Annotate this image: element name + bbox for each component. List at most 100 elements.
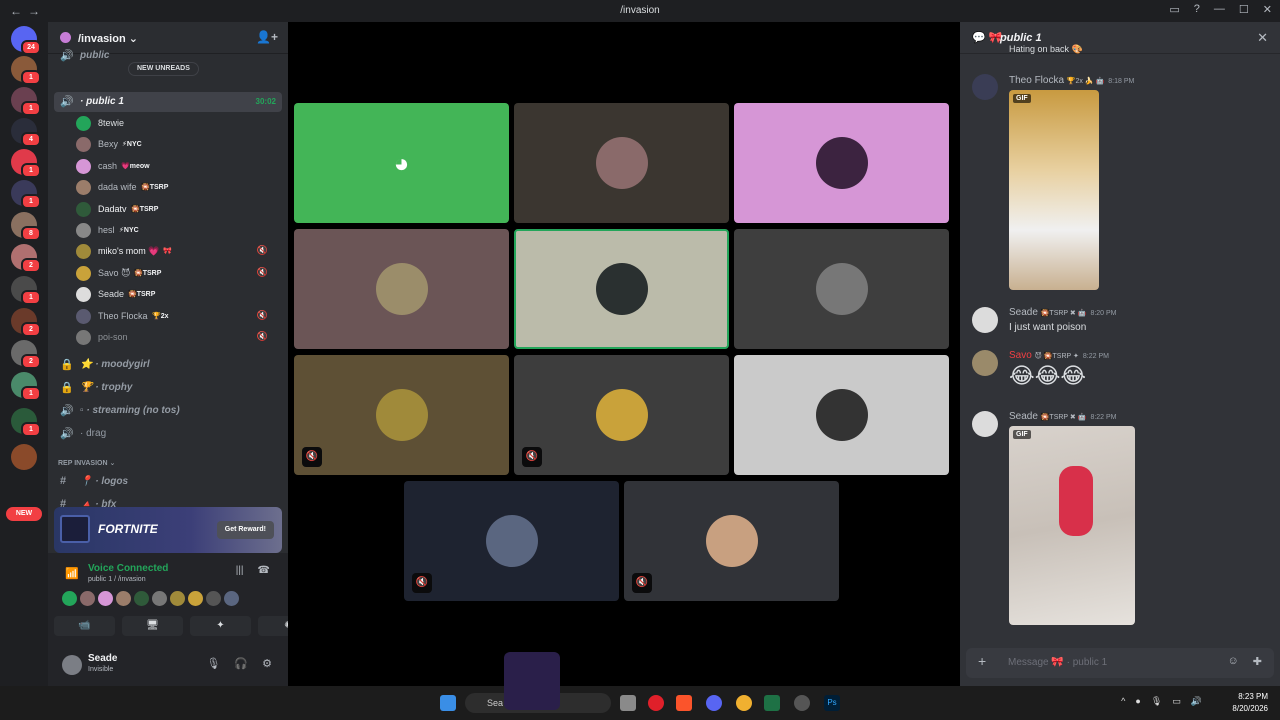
server-icon[interactable]: 1: [11, 87, 41, 116]
voice-user[interactable]: miko's mom 💗 🎀 🔇: [76, 242, 286, 262]
server-icon[interactable]: 2: [11, 340, 41, 369]
category-header[interactable]: REP INVASION ⌄: [58, 459, 115, 467]
gif-attachment[interactable]: GIF: [1009, 90, 1099, 290]
server-icon[interactable]: 1: [11, 180, 41, 209]
voice-user[interactable]: dada wife 🎇TSRP: [76, 178, 286, 198]
avatar[interactable]: [152, 591, 167, 606]
maximize-icon[interactable]: ☐: [1239, 3, 1249, 16]
voice-user[interactable]: 8tewie: [76, 114, 286, 134]
message-author[interactable]: Theo Flocka: [1009, 75, 1064, 86]
activities-button[interactable]: ✦: [190, 616, 251, 636]
app-icon[interactable]: [794, 695, 810, 711]
gear-icon[interactable]: ⚙: [262, 657, 272, 670]
voice-user[interactable]: poi-son 🔇: [76, 328, 286, 348]
start-icon[interactable]: [440, 695, 456, 711]
server-icon[interactable]: 1: [11, 408, 41, 437]
server-icon[interactable]: 1: [11, 372, 41, 401]
avatar[interactable]: [972, 411, 998, 437]
avatar[interactable]: [972, 74, 998, 100]
gif-attachment[interactable]: GIF: [1009, 426, 1135, 625]
inbox-icon[interactable]: ▭: [1169, 3, 1179, 16]
message-composer[interactable]: + Message 🎀 · public 1 ☺ ✚: [966, 648, 1274, 678]
help-icon[interactable]: ?: [1194, 3, 1200, 16]
headphones-icon[interactable]: 🎧: [234, 657, 248, 670]
excel-icon[interactable]: [764, 695, 780, 711]
discord-icon[interactable]: [706, 695, 722, 711]
app-icon[interactable]: [736, 695, 752, 711]
avatar[interactable]: [224, 591, 239, 606]
video-tile[interactable]: [514, 103, 729, 223]
avatar[interactable]: [972, 307, 998, 333]
screen-share-button[interactable]: 🖥: [122, 616, 183, 636]
voice-user[interactable]: Dadatv 🎇TSRP: [76, 200, 286, 220]
server-icon[interactable]: 1: [11, 56, 41, 85]
channel-item[interactable]: 🔒 ⭐ · moodygirl: [54, 355, 282, 375]
video-tile[interactable]: [514, 229, 729, 349]
voice-status[interactable]: Voice Connected: [88, 563, 168, 574]
message-author[interactable]: Seade: [1009, 307, 1038, 318]
server-icon[interactable]: [11, 444, 37, 470]
server-icon[interactable]: 2: [11, 308, 41, 337]
home-button[interactable]: 24: [11, 26, 41, 55]
minimize-icon[interactable]: —: [1214, 3, 1225, 16]
avatar[interactable]: [134, 591, 149, 606]
server-icon[interactable]: 4: [11, 118, 41, 147]
server-icon[interactable]: 1: [11, 149, 41, 178]
volume-icon[interactable]: 🔊: [1191, 696, 1202, 707]
video-tile[interactable]: 🔇: [514, 355, 729, 475]
window-thumbnail[interactable]: [504, 652, 560, 710]
microphone-icon[interactable]: 🎙: [1151, 696, 1162, 707]
avatar[interactable]: [80, 591, 95, 606]
voice-user[interactable]: cash 💗meow: [76, 157, 286, 177]
app-tray-icon[interactable]: ●: [1135, 696, 1140, 707]
camera-button[interactable]: 📹: [54, 616, 115, 636]
video-tile[interactable]: [734, 229, 949, 349]
get-reward-button[interactable]: Get Reward!: [216, 521, 274, 539]
add-member-icon[interactable]: 👤+: [256, 30, 278, 44]
avatar[interactable]: [972, 350, 998, 376]
channel-item[interactable]: 🔊 ▫ · streaming (no tos): [54, 401, 282, 421]
avatar[interactable]: [116, 591, 131, 606]
close-icon[interactable]: ✕: [1257, 30, 1268, 46]
server-icon[interactable]: 2: [11, 244, 41, 273]
avatar[interactable]: [170, 591, 185, 606]
voice-user[interactable]: Savo 😈 🎇TSRP 🔇: [76, 264, 286, 284]
brave-icon[interactable]: [676, 695, 692, 711]
voice-location[interactable]: public 1 / /invasion: [88, 576, 146, 583]
new-unreads-pill[interactable]: NEW UNREADS: [128, 62, 199, 76]
channel-public-1[interactable]: 🔊 · public 1 30:02: [54, 92, 282, 112]
avatar[interactable]: [62, 655, 82, 675]
network-icon[interactable]: ▭: [1172, 696, 1181, 707]
clock[interactable]: 8:23 PM 8/20/2026: [1232, 691, 1268, 715]
voice-user[interactable]: Seade 🎇TSRP: [76, 285, 286, 305]
avatar[interactable]: [62, 591, 77, 606]
apps-icon[interactable]: ✚: [1253, 655, 1262, 668]
video-tile[interactable]: 🔇: [624, 481, 839, 601]
voice-user[interactable]: hesl ⚡NYC: [76, 221, 286, 241]
video-tile[interactable]: [734, 103, 949, 223]
close-window-icon[interactable]: ✕: [1263, 3, 1272, 16]
emoji-icon[interactable]: ☺: [1228, 655, 1239, 668]
video-tile[interactable]: [294, 229, 509, 349]
voice-user[interactable]: Bexy ⚡NYC: [76, 135, 286, 155]
video-tile[interactable]: 🔇: [294, 355, 509, 475]
message-author[interactable]: Seade: [1009, 411, 1038, 422]
message-author[interactable]: Savo: [1009, 350, 1032, 361]
video-tile[interactable]: ◕: [294, 103, 509, 223]
channel-item[interactable]: 🔊 · drag: [54, 424, 282, 444]
promo-banner[interactable]: FORTNITE Get Reward!: [54, 507, 282, 553]
avatar[interactable]: [98, 591, 113, 606]
noise-suppression-icon[interactable]: |||: [236, 565, 244, 576]
username[interactable]: Seade: [88, 653, 117, 664]
avatar[interactable]: [188, 591, 203, 606]
opera-icon[interactable]: [648, 695, 664, 711]
video-tile[interactable]: [734, 355, 949, 475]
text-channel-item[interactable]: # 📍 · logos: [54, 472, 282, 492]
channel-item[interactable]: 🔒 🏆 · trophy: [54, 378, 282, 398]
avatar[interactable]: [206, 591, 221, 606]
microphone-icon[interactable]: 🎙: [206, 657, 220, 670]
disconnect-icon[interactable]: ☎: [258, 565, 270, 576]
signal-icon[interactable]: 📶: [65, 567, 79, 580]
chevron-up-icon[interactable]: ^: [1121, 696, 1125, 707]
video-tile[interactable]: 🔇: [404, 481, 619, 601]
